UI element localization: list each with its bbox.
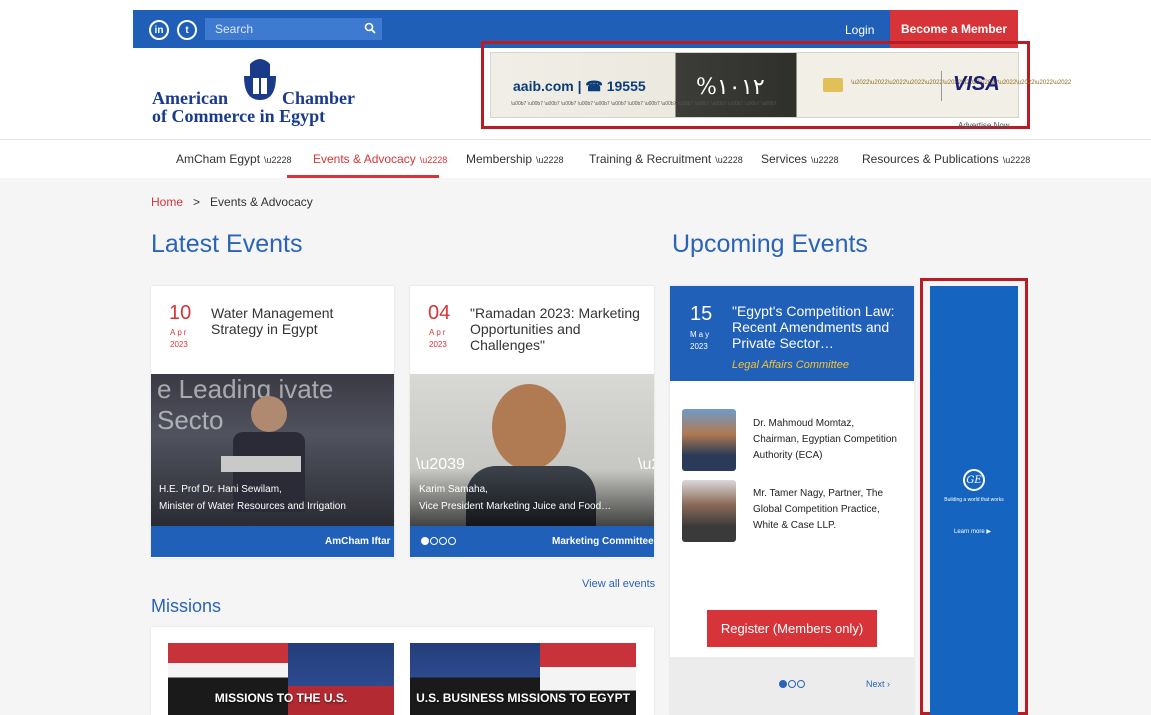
upcoming-event-title[interactable]: "Egypt's Competition Law: Recent Amendme… (732, 303, 902, 351)
visa-logo: VISA (953, 73, 1000, 95)
amcham-logo[interactable]: American Chamber of Commerce in Egypt (152, 54, 372, 126)
nav-label: Membership (466, 152, 533, 166)
search-icon[interactable] (364, 22, 376, 34)
breadcrumb-home[interactable]: Home (151, 195, 183, 209)
upcoming-date-day: 15 (690, 303, 713, 325)
nav-services[interactable]: Services \u2228 (761, 152, 839, 166)
speaker-head (492, 384, 566, 470)
nav-label: AmCham Egypt (176, 152, 261, 166)
carousel-dot[interactable] (430, 537, 438, 545)
register-button[interactable]: Register (Members only) (707, 610, 877, 647)
logo-text-commerce: of Commerce in Egypt (152, 106, 326, 126)
speaker-info: Dr. Mahmoud Momtaz, Chairman, Egyptian C… (753, 418, 897, 461)
next-link[interactable]: Next › (866, 679, 890, 689)
missions-heading: Missions (151, 596, 222, 616)
event-date-month: Apr (170, 328, 189, 337)
event-committee[interactable]: AmCham Iftar (325, 536, 391, 547)
ge-logo-icon: GE (963, 469, 985, 491)
event-title[interactable]: "Ramadan 2023: Marketing Opportunities a… (470, 305, 645, 353)
mission-image[interactable]: U.S. BUSINESS MISSIONS TO EGYPT (410, 643, 636, 715)
nav-label: Resources & Publications (862, 152, 999, 166)
upcoming-committee[interactable]: Legal Affairs Committee (732, 359, 849, 371)
speaker-info: Mr. Tamer Nagy, Partner, The Global Comp… (753, 488, 884, 531)
event-date-year: 2023 (170, 340, 188, 349)
chevron-down-icon: \u2228 (536, 155, 564, 165)
event-photo-caption: Karim Samaha, (419, 484, 488, 495)
advertise-now-link[interactable]: Advertise Now (958, 121, 1010, 130)
ad-divider (941, 71, 942, 101)
carousel-dot[interactable] (797, 680, 805, 688)
nav-training-recruitment[interactable]: Training & Recruitment \u2228 (589, 152, 743, 166)
nav-events-advocacy[interactable]: Events & Advocacy \u2228 (313, 152, 447, 166)
ad-fine-print: \u00b7 \u00b7 \u00b7 \u00b7 \u00b7 \u00b… (511, 101, 777, 107)
event-date-day: 10 (169, 302, 192, 324)
mission-image[interactable]: MISSIONS TO THE U.S. (168, 643, 394, 715)
search-box (205, 18, 382, 40)
login-link[interactable]: Login (845, 23, 874, 37)
event-title[interactable]: Water Management Strategy in Egypt (211, 305, 381, 337)
main-nav: AmCham Egypt \u2228 Events & Advocacy \u22… (0, 139, 1151, 178)
logo-emblem-icon (244, 59, 276, 100)
breadcrumb-current: Events & Advocacy (210, 195, 313, 209)
event-photo-caption: Vice President Marketing Juice and Food… (419, 501, 612, 512)
event-date-day: 04 (428, 302, 451, 324)
nav-membership[interactable]: Membership \u2228 (466, 152, 564, 166)
latest-events-heading: Latest Events (151, 230, 303, 258)
chevron-down-icon: \u2228 (419, 155, 448, 165)
ad-rate-2: ١٢ (741, 75, 765, 100)
speaker-avatar (682, 409, 736, 471)
view-all-events-link[interactable]: View all events (582, 578, 655, 590)
breadcrumb-separator: > (193, 195, 201, 209)
carousel-dot[interactable] (779, 680, 787, 688)
nav-label: Training & Recruitment (589, 152, 712, 166)
carousel-dot[interactable] (421, 537, 429, 545)
event-date-year: 2023 (429, 340, 447, 349)
linkedin-icon[interactable]: in (149, 20, 169, 40)
mission-label: MISSIONS TO THE U.S. (214, 691, 348, 705)
search-input[interactable] (205, 18, 355, 40)
upcoming-date-month: May (690, 330, 712, 339)
card-icon (823, 78, 843, 92)
speaker-avatar (682, 480, 736, 542)
nav-label: Services (761, 152, 808, 166)
ge-learn-more-link[interactable]: Learn more ▶ (954, 528, 991, 535)
nav-resources-publications[interactable]: Resources & Publications \u2228 (862, 152, 1030, 166)
carousel-dot[interactable] (448, 537, 456, 545)
speaker-body (233, 432, 305, 512)
ad-rate-1: %١٠ (696, 75, 741, 100)
carousel-dot[interactable] (439, 537, 447, 545)
chevron-down-icon: \u2228 (811, 155, 839, 165)
ad-aaib-text: aaib.com | ☎ 19555 (513, 78, 646, 94)
event-committee[interactable]: Marketing Committee (552, 536, 654, 547)
breadcrumb: Home > Events & Advocacy (151, 195, 313, 209)
aaib-ad-banner[interactable]: aaib.com | ☎ 19555 \u00b7 \u00b7 \u00b7 … (490, 52, 1071, 118)
ge-tagline: Building a world that works (944, 497, 1004, 503)
chevron-down-icon: \u2228 (1002, 155, 1031, 165)
twitter-icon[interactable]: t (177, 20, 197, 40)
event-photo-caption: H.E. Prof Dr. Hani Sewilam, (159, 484, 282, 495)
chevron-down-icon: \u2228 (264, 155, 292, 165)
speaker-head (251, 396, 287, 432)
mission-label: U.S. BUSINESS MISSIONS TO EGYPT (416, 691, 630, 705)
nav-label: Events & Advocacy (313, 152, 416, 166)
upcoming-events-heading: Upcoming Events (672, 230, 868, 258)
photo-overlay (410, 470, 654, 526)
nav-amcham-egypt[interactable]: AmCham Egypt \u2228 (176, 152, 292, 166)
event-photo-caption: Minister of Water Resources and Irrigati… (159, 501, 346, 512)
carousel-dot[interactable] (788, 680, 796, 688)
chevron-down-icon: \u2228 (715, 155, 743, 165)
podium-laptop (221, 456, 301, 472)
upcoming-date-year: 2023 (690, 342, 708, 351)
event-date-month: Apr (429, 328, 448, 337)
